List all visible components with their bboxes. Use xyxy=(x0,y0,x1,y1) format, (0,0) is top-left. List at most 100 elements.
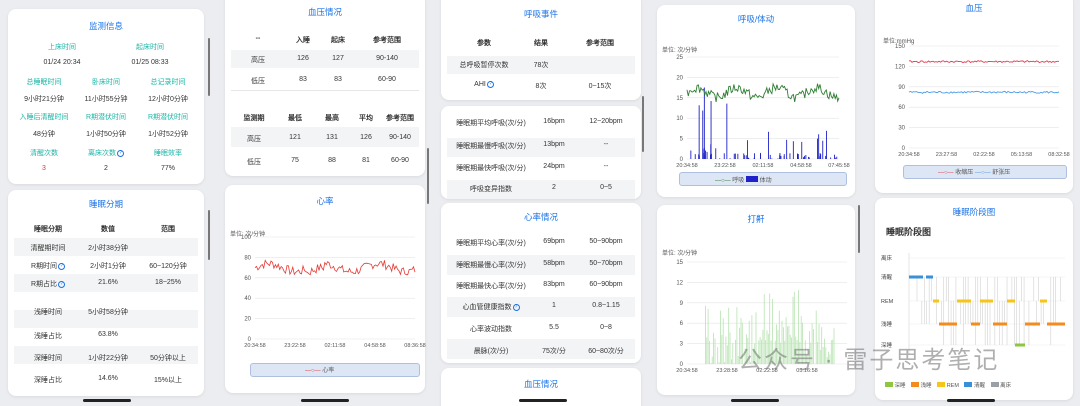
stage-r3c1: 5小时58分钟 xyxy=(88,309,128,316)
movement-bar xyxy=(792,141,794,159)
movement-bar xyxy=(786,139,788,159)
home-indicator xyxy=(519,399,567,402)
x-tick-label: 20:34:58 xyxy=(244,343,265,349)
snore-bar xyxy=(731,359,732,364)
h1-0: 上床时间 xyxy=(48,44,76,51)
help-icon[interactable]: ? xyxy=(58,281,66,288)
stage-r5c1: 1小时22分钟 xyxy=(88,355,128,362)
stage-head-1: 数值 xyxy=(101,226,115,233)
snore-bar xyxy=(728,307,730,364)
hr-card: 心率情况 睡眠期平均心率(次/分) 69bpm 50~90bpm 睡眠期最慢心率… xyxy=(441,203,641,363)
breath-legend: —○— 呼吸 体动 xyxy=(715,176,772,184)
resp-card: 呼吸事件 参数 结果 参考范围 总呼吸暂停次数 78次 AHI? 8次 0~15… xyxy=(441,0,641,100)
hr-zoom-slider[interactable] xyxy=(250,363,420,377)
v1-0: 01/24 20:34 xyxy=(43,59,81,66)
bp-s1-1: 121 xyxy=(289,134,301,141)
x-tick-label: 02:22:58 xyxy=(973,152,994,158)
snore-bar xyxy=(705,305,706,364)
movement-bar xyxy=(834,154,835,159)
y-tick-label: 6 xyxy=(680,321,684,327)
resp-head-2: 参考范围 xyxy=(586,40,614,47)
movement-bar xyxy=(703,87,705,159)
stage-head-0: 睡眠分期 xyxy=(34,226,62,233)
y-tick-label: 9 xyxy=(680,301,684,307)
y-tick-label: 80 xyxy=(244,255,251,261)
y-tick-label: 60 xyxy=(244,276,251,282)
scrollbar[interactable] xyxy=(642,96,644,152)
movement-bar xyxy=(754,153,755,159)
bp-h1-3: 参考范围 xyxy=(373,37,401,44)
hr-series-line xyxy=(254,259,416,276)
col-3: 呼吸事件 参数 结果 参考范围 总呼吸暂停次数 78次 AHI? 8次 0~15… xyxy=(433,0,649,406)
scrollbar[interactable] xyxy=(208,38,210,96)
v3-0: 48分钟 xyxy=(33,131,55,138)
stage-label: 离床 xyxy=(881,254,893,262)
x-tick-label: 08:36:58 xyxy=(404,343,425,349)
x-tick-label: 04:58:58 xyxy=(364,343,385,349)
y-tick-label: 100 xyxy=(241,235,252,241)
bp-h2-4: 参考范围 xyxy=(386,115,414,122)
hyp-legend: 深睡 浅睡 REM 清醒 离床 xyxy=(885,381,1011,389)
y-tick-label: 30 xyxy=(898,126,905,132)
movement-bar xyxy=(819,153,821,159)
stage-r0c1: 2小时38分钟 xyxy=(88,245,128,252)
stage-r1c1: 2小时1分钟 xyxy=(90,263,126,270)
stage-r0c0: 清醒期时间 xyxy=(30,245,66,252)
stage-r2c2: 18~25% xyxy=(155,279,181,286)
y-tick-label: 90 xyxy=(898,85,905,91)
snore-bar xyxy=(709,341,710,364)
bp-legend: —○— 收缩压 —○— 舒张压 xyxy=(938,170,1011,176)
stage-segment xyxy=(939,322,957,326)
stage-segment xyxy=(1007,299,1015,303)
br-r3c2: 0~5 xyxy=(600,184,612,191)
help-icon[interactable]: ? xyxy=(512,304,520,311)
v2-1: 11小时55分钟 xyxy=(84,96,128,103)
hr-r1c0: 睡眠期最慢心率(次/分) xyxy=(456,262,526,269)
help-icon[interactable]: ? xyxy=(117,150,124,157)
hr-r4c0: 心率波动指数 xyxy=(470,326,512,333)
y-tick-label: 5 xyxy=(680,137,684,143)
movement-bar xyxy=(702,153,704,159)
movement-bar xyxy=(694,154,696,159)
bp-r1-2: 127 xyxy=(332,55,344,62)
movement-bar xyxy=(783,154,785,159)
movement-bar xyxy=(747,140,748,159)
breath-chart: 051015202520:34:58 23:22:58 02:11:58 04:58:… xyxy=(676,55,849,169)
bp2-title: 血压情况 xyxy=(523,379,558,389)
scrollbar[interactable] xyxy=(858,205,860,253)
breath-series-line xyxy=(686,82,840,103)
v4-1: 2 xyxy=(104,165,108,172)
movement-bar xyxy=(698,155,700,159)
hr-r4c1: 5.5 xyxy=(549,324,559,331)
hr-r1c1: 58bpm xyxy=(543,260,565,267)
y-tick-label: 40 xyxy=(244,296,251,302)
x-tick-label: 23:22:58 xyxy=(284,343,305,349)
movement-bar xyxy=(743,153,745,159)
resp-title: 呼吸事件 xyxy=(523,9,558,19)
bp-chart-card: 血压 单位:mmHg 0 30 60 90 120 150 20:34:58 23:27:58… xyxy=(875,0,1073,193)
hr-r5c2: 60~80次/分 xyxy=(588,348,624,355)
y-tick-label: 20 xyxy=(244,317,251,323)
stage-r2c0: R期占比? xyxy=(18,279,78,289)
y-tick-label: 25 xyxy=(676,55,683,61)
h2-1: 卧床时间 xyxy=(92,79,120,86)
bp-r2-3: 60-90 xyxy=(378,76,396,83)
br-r0c1: 16bpm xyxy=(543,118,565,125)
help-icon[interactable]: ? xyxy=(486,81,494,88)
snore-bar xyxy=(726,345,728,364)
stage-label: 清醒 xyxy=(881,273,893,281)
bp-title: 血压情况 xyxy=(307,7,342,17)
x-tick-label: 20:34:58 xyxy=(898,152,919,158)
hr-r3c0: 心血管健康指数? xyxy=(447,302,535,312)
h2-0: 总睡眠时间 xyxy=(26,79,62,86)
hr-title: 心率情况 xyxy=(523,212,558,222)
v3-1: 1小时50分钟 xyxy=(86,131,126,138)
stage-head-2: 范围 xyxy=(161,226,175,233)
scrollbar[interactable] xyxy=(208,210,210,260)
bp-r1-3: 90-140 xyxy=(376,55,398,62)
stage-r2c1: 21.6% xyxy=(98,279,118,286)
movement-bar xyxy=(729,158,731,159)
scrollbar[interactable] xyxy=(427,148,429,204)
snore-bar xyxy=(721,334,723,364)
help-icon[interactable]: ? xyxy=(58,263,66,270)
